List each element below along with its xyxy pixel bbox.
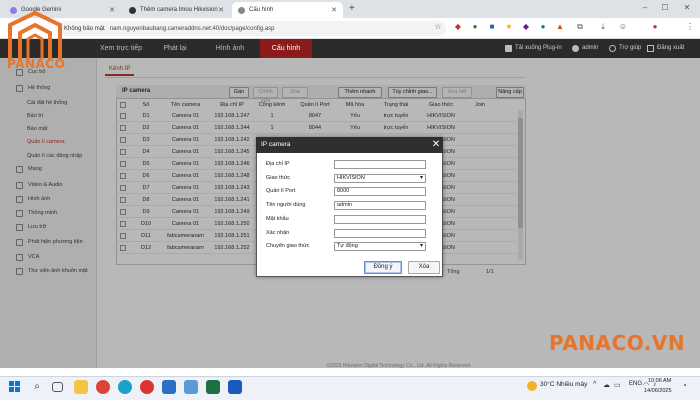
notification-icon[interactable]: ◔ [682, 381, 687, 390]
text-field[interactable]: admin [334, 201, 426, 210]
plugin-download-link[interactable]: Tải xuống Plug-in [515, 39, 562, 58]
text-field[interactable] [334, 160, 426, 169]
tab-favicon-icon [129, 6, 136, 14]
field-label: Quản lí Port [266, 188, 296, 194]
tab-close-icon[interactable]: ✕ [109, 6, 115, 14]
task-view-icon[interactable] [52, 382, 63, 392]
field-label: Giao thức [266, 175, 291, 181]
extension-icon-2[interactable]: ● [470, 22, 480, 32]
text-field[interactable] [334, 229, 426, 238]
menu-item[interactable]: Cấu hình [260, 39, 312, 58]
plugin-download-icon [505, 45, 512, 52]
help-link[interactable]: Trợ giúp [619, 39, 641, 58]
tab-close-icon[interactable]: ✕ [218, 6, 224, 14]
extension-icon-3[interactable]: ■ [487, 22, 497, 32]
menu-item[interactable]: Hình ảnh [207, 39, 253, 58]
weather-text[interactable]: 30°C Nhiều mây [540, 381, 587, 388]
edge-icon[interactable] [118, 380, 132, 394]
extensions-puzzle-icon[interactable]: ⧉ [575, 22, 585, 32]
url-text: nam.nguyenbaubang.cameraddns.net:40/doc/… [109, 25, 275, 32]
clock-time: 10:06 AM [648, 378, 672, 384]
weather-icon [527, 381, 537, 391]
field-label: Xác nhận [266, 230, 290, 236]
extension-icon-7[interactable]: ▲ [555, 22, 565, 32]
extension-icon-1[interactable]: ◆ [453, 22, 463, 32]
excel-icon[interactable] [206, 380, 220, 394]
word-icon[interactable] [228, 380, 242, 394]
cancel-button[interactable]: Xóa [408, 261, 440, 274]
extension-icon-4[interactable]: ★ [504, 22, 514, 32]
extension-icon-5[interactable]: ◆ [521, 22, 531, 32]
extension-icon-6[interactable]: ● [538, 22, 548, 32]
chrome-profile-icon[interactable] [140, 380, 154, 394]
security-warning[interactable]: Không bảo mật [64, 26, 105, 32]
tray-chevron-icon[interactable]: ^ [593, 381, 596, 388]
logout-icon [647, 45, 654, 52]
address-bar-row: Không bảo mật nam.nguyenbaubang.cameradd… [0, 18, 700, 39]
text-field[interactable] [334, 215, 426, 224]
start-button[interactable] [9, 381, 20, 392]
bookmark-star-icon[interactable]: ☆ [433, 22, 443, 32]
avatar-icon[interactable]: ● [650, 22, 660, 32]
field-label: Chuyển giao thức [266, 243, 310, 249]
chrome-icon[interactable] [96, 380, 110, 394]
clock-date: 14/06/2025 [644, 388, 672, 394]
maximize-icon[interactable]: ☐ [660, 3, 670, 13]
profile-icon[interactable]: ☺ [618, 22, 628, 32]
menu-item[interactable]: Xem trực tiếp [98, 39, 144, 58]
new-tab-button[interactable]: + [349, 3, 355, 14]
browser-tab[interactable]: Thêm camera Imou Hikvision ✕ [123, 2, 230, 18]
search-icon[interactable]: ⌕ [30, 380, 44, 394]
text-field[interactable]: 8000 [334, 187, 426, 196]
browser-menu-icon[interactable]: ⋮ [685, 22, 695, 32]
windows-logo-icon [9, 381, 20, 392]
battery-icon[interactable]: ▭ [614, 381, 621, 389]
downloads-icon[interactable]: ⤓ [598, 22, 608, 32]
photos-icon[interactable] [184, 380, 198, 394]
menu-item[interactable]: Phát lại [152, 39, 198, 58]
logout-link[interactable]: Đăng xuất [657, 39, 684, 58]
field-label: Tên người dùng [266, 202, 306, 208]
select-field[interactable]: Tự động [334, 242, 426, 251]
window-close-icon[interactable]: ✕ [682, 3, 692, 13]
language-indicator[interactable]: ENG [629, 381, 642, 387]
browser-tab[interactable]: Cấu hình ✕ [232, 2, 343, 18]
file-explorer-icon[interactable] [74, 380, 88, 394]
user-icon [572, 45, 579, 52]
select-field[interactable]: HIKVISION [334, 174, 426, 183]
tab-favicon-icon [238, 6, 245, 14]
tab-close-icon[interactable]: ✕ [331, 6, 337, 14]
user-name: admin [582, 45, 599, 51]
ok-button[interactable]: Đồng ý [364, 261, 402, 274]
cloud-icon[interactable]: ☁ [603, 381, 610, 389]
field-label: Mật khẩu [266, 216, 289, 222]
dialog-close-icon[interactable]: ✕ [430, 137, 442, 153]
help-icon [609, 45, 616, 52]
store-icon[interactable] [162, 380, 176, 394]
field-label: Địa chỉ IP [266, 161, 290, 167]
tab-title: Thêm camera Imou Hikvision [140, 7, 218, 13]
minimize-icon[interactable]: – [640, 3, 650, 13]
panaco-watermark: PANACO.VN [549, 331, 686, 355]
tab-title: Cấu hình [249, 7, 274, 13]
dialog-title: IP camera [256, 137, 443, 153]
url-field[interactable]: Không bảo mật nam.nguyenbaubang.cameradd… [58, 21, 446, 36]
panaco-logo-text: PANACO [7, 57, 66, 71]
